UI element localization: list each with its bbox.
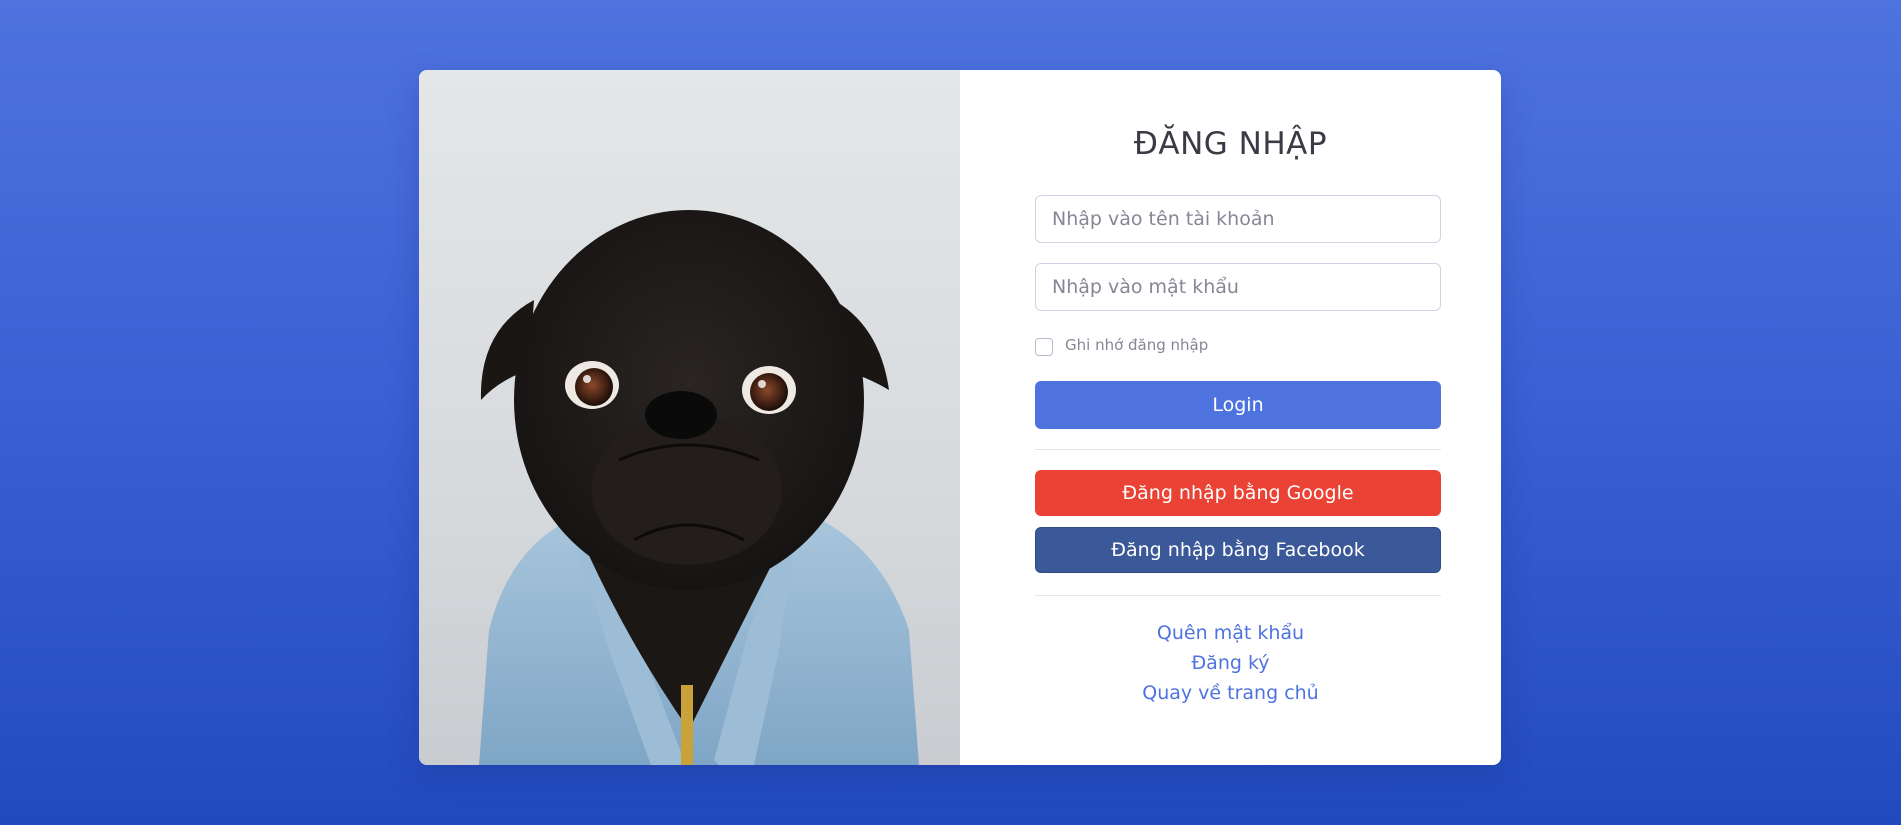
auth-links: Quên mật khẩu Đăng ký Quay về trang chủ	[960, 618, 1501, 708]
divider	[1035, 595, 1441, 596]
pug-photo	[479, 210, 919, 765]
login-card: ĐĂNG NHẬP Ghi nhớ đăng nhập Login Đăng n…	[419, 70, 1501, 765]
google-login-button[interactable]: Đăng nhập bằng Google	[1035, 470, 1441, 516]
login-button[interactable]: Login	[1035, 381, 1441, 429]
forgot-password-link[interactable]: Quên mật khẩu	[960, 618, 1501, 648]
password-input[interactable]	[1035, 263, 1441, 311]
remember-checkbox[interactable]	[1035, 338, 1053, 356]
back-home-link[interactable]: Quay về trang chủ	[960, 678, 1501, 708]
login-form: ĐĂNG NHẬP Ghi nhớ đăng nhập Login Đăng n…	[960, 70, 1501, 765]
register-link[interactable]: Đăng ký	[960, 648, 1501, 678]
remember-label[interactable]: Ghi nhớ đăng nhập	[1065, 336, 1208, 354]
page-title: ĐĂNG NHẬP	[1133, 126, 1328, 162]
remember-me: Ghi nhớ đăng nhập	[1035, 334, 1208, 356]
facebook-login-button[interactable]: Đăng nhập bằng Facebook	[1035, 527, 1441, 573]
username-input[interactable]	[1035, 195, 1441, 243]
login-image	[419, 70, 960, 765]
divider	[1035, 449, 1441, 450]
